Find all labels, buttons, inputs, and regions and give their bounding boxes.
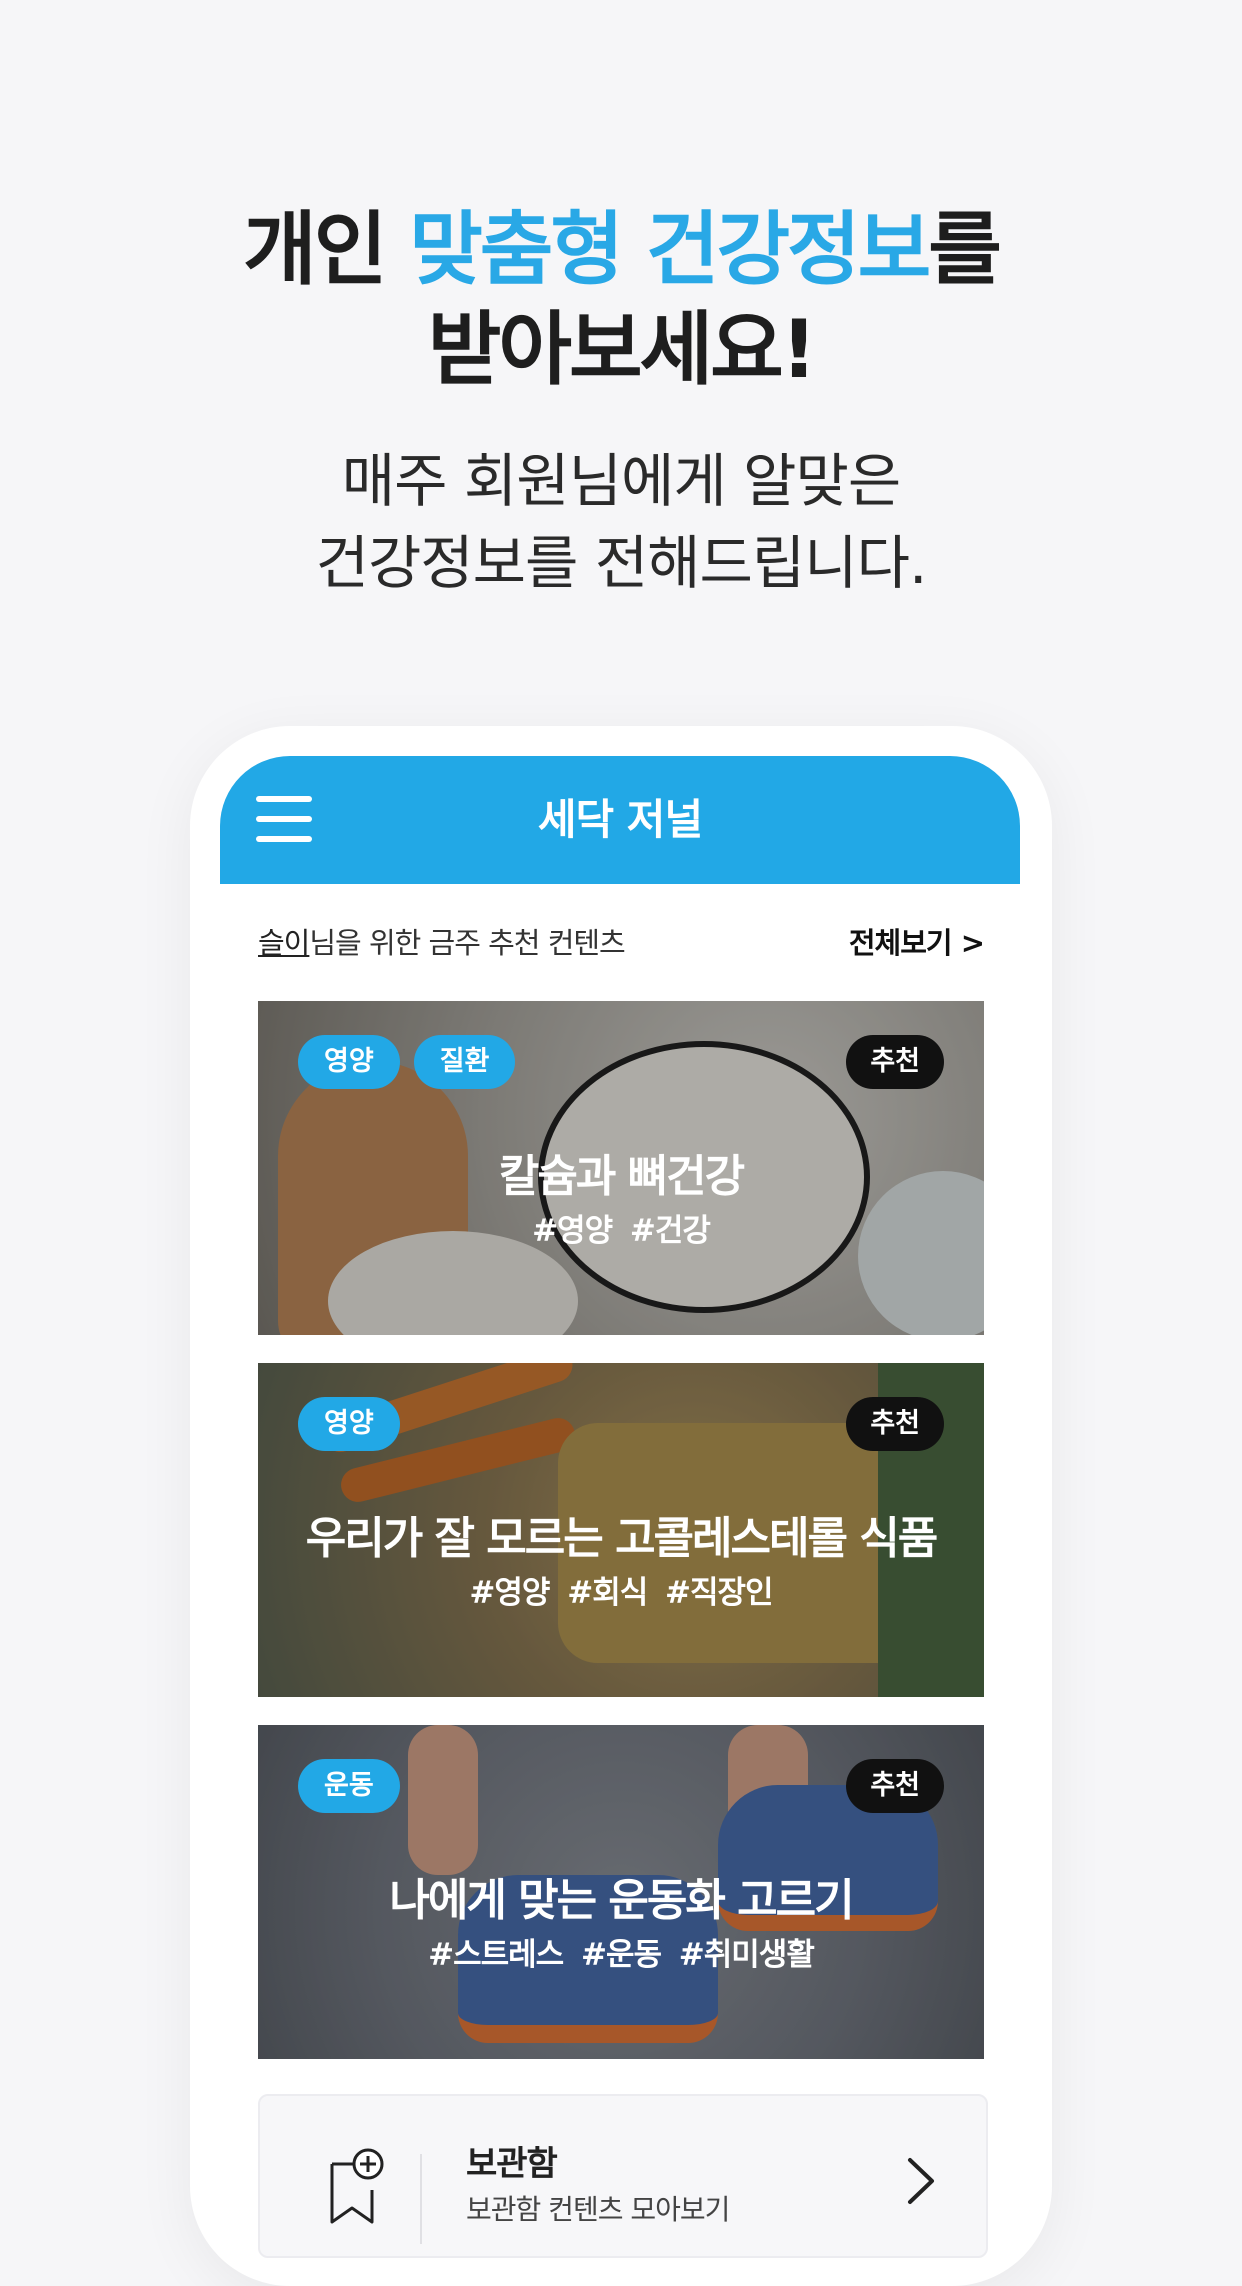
tag: 영양	[298, 1035, 400, 1089]
headline-part-2: 를	[928, 203, 1002, 296]
card-tags: 영양 질환	[298, 1035, 516, 1089]
recommend-badge: 추천	[846, 1397, 944, 1451]
user-name: 슬이	[258, 926, 310, 960]
subheadline-line-2: 건강정보를 전해드립니다.	[315, 529, 928, 597]
card-hashtags: #영양 #회식 #직장인	[469, 1575, 773, 1611]
storage-title: 보관함	[466, 2144, 558, 2184]
recommend-badge: 추천	[846, 1759, 944, 1813]
hamburger-icon[interactable]	[256, 796, 312, 842]
subheadline-line-1: 매주 회원님에게 알맞은	[341, 447, 901, 515]
card-title: 나에게 맞는 운동화 고르기	[389, 1875, 854, 1926]
recommend-suffix: 님을 위한 금주 추천 컨텐츠	[309, 926, 625, 960]
app-header: 세닥 저널	[220, 756, 1020, 884]
divider	[420, 2154, 422, 2244]
card-tags: 운동	[298, 1759, 400, 1813]
headline-part-1: 개인	[243, 203, 410, 296]
tag: 질환	[413, 1035, 516, 1089]
bookmark-add-icon	[330, 2148, 384, 2224]
content-card-cholesterol[interactable]: 영양 추천 우리가 잘 모르는 고콜레스테롤 식품 #영양 #회식 #직장인	[258, 1363, 984, 1697]
chevron-right-icon	[908, 2158, 934, 2204]
see-all-link[interactable]: 전체보기 >	[849, 918, 985, 968]
recommend-title: 슬이님을 위한 금주 추천 컨텐츠	[258, 918, 626, 968]
card-hashtags: #영양 #건강	[532, 1213, 711, 1249]
storage-subtitle: 보관함 컨텐츠 모아보기	[466, 2193, 730, 2226]
card-tags: 영양	[298, 1397, 400, 1451]
card-title: 칼슘과 뼈건강	[498, 1151, 745, 1202]
headline-accent: 맞춤형 건강정보	[409, 203, 931, 296]
card-title: 우리가 잘 모르는 고콜레스테롤 식품	[305, 1513, 938, 1564]
recommend-row: 슬이님을 위한 금주 추천 컨텐츠 전체보기 >	[258, 918, 985, 968]
phone-mockup: 세닥 저널 슬이님을 위한 금주 추천 컨텐츠 전체보기 > 영양 질환 추천 …	[190, 726, 1052, 2286]
recommend-badge: 추천	[846, 1035, 944, 1089]
content-card-running-shoes[interactable]: 운동 추천 나에게 맞는 운동화 고르기 #스트레스 #운동 #취미생활	[258, 1725, 984, 2059]
tag: 영양	[298, 1397, 400, 1451]
headline-line-1: 개인 맞춤형 건강정보를	[0, 200, 1242, 300]
card-hashtags: #스트레스 #운동 #취미생활	[428, 1937, 815, 1973]
headline: 개인 맞춤형 건강정보를 받아보세요!	[0, 200, 1242, 400]
app-title: 세닥 저널	[537, 795, 703, 844]
tag: 운동	[298, 1759, 400, 1813]
storage-button[interactable]: 보관함 보관함 컨텐츠 모아보기	[258, 2094, 988, 2258]
content-card-calcium[interactable]: 영양 질환 추천 칼슘과 뼈건강 #영양 #건강	[258, 1001, 984, 1335]
subheadline: 매주 회원님에게 알맞은 건강정보를 전해드립니다.	[0, 440, 1242, 604]
headline-line-2: 받아보세요!	[427, 303, 817, 396]
